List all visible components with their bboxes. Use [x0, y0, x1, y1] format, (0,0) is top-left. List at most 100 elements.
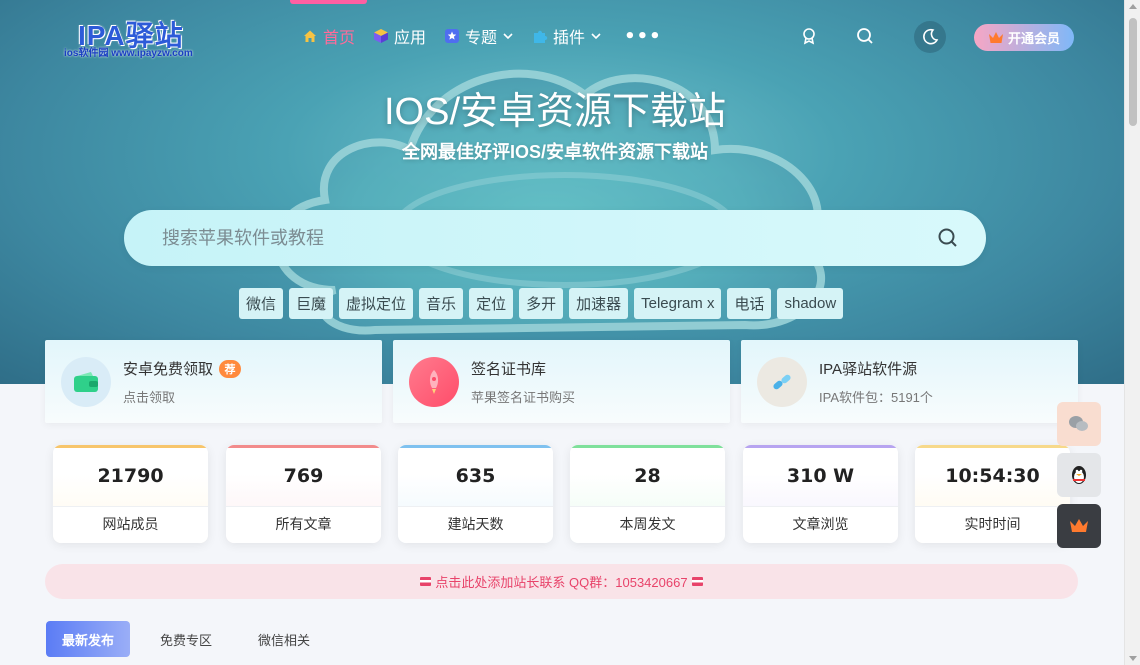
search-bar — [124, 210, 986, 266]
tag-chip[interactable]: 定位 — [469, 288, 514, 319]
tab-free[interactable]: 免费专区 — [144, 621, 228, 657]
wechat-icon — [1069, 416, 1088, 431]
tag-chip[interactable]: 巨魔 — [289, 288, 334, 319]
stat-card-time: 10:54:30 实时时间 — [915, 445, 1070, 543]
tag-chip[interactable]: 加速器 — [569, 288, 629, 319]
feature-subtitle: 点击领取 — [123, 390, 176, 405]
nav-label: 首页 — [323, 30, 356, 47]
tag-chip[interactable]: Telegram x — [634, 288, 722, 319]
puzzle-icon — [534, 30, 548, 43]
star-badge-icon — [445, 29, 460, 43]
nav-item-plugins[interactable]: 插件 — [532, 24, 602, 48]
hero-subtitle: 全网最佳好评IOS/安卓软件资源下载站 — [401, 142, 708, 162]
vip-button[interactable]: 开通会员 — [974, 24, 1074, 51]
medal-icon[interactable] — [799, 26, 819, 46]
wallet-icon — [74, 372, 98, 392]
stat-label: 所有文章 — [226, 506, 381, 543]
scrollbar-thumb[interactable] — [1129, 18, 1137, 126]
link-icon-wrap — [757, 357, 807, 407]
vip-float-button[interactable] — [1057, 504, 1101, 548]
vip-label: 开通会员 — [1007, 31, 1060, 46]
rocket-icon-wrap — [409, 357, 459, 407]
stat-card-views: 310 W 文章浏览 — [743, 445, 898, 543]
content-tabs: 最新发布 免费专区 微信相关 — [46, 621, 340, 657]
stat-accent-bar — [743, 445, 898, 448]
tag-chip[interactable]: 虚拟定位 — [339, 288, 414, 319]
cube-icon — [374, 29, 389, 43]
feature-card-android-free[interactable]: 安卓免费领取 荐 点击领取 — [45, 340, 382, 423]
stat-card-days: 635 建站天数 — [398, 445, 553, 543]
stat-value: 769 — [283, 465, 324, 487]
tag-chip[interactable]: shadow — [777, 288, 844, 319]
nav-label: 专题 — [465, 30, 498, 47]
stat-label: 网站成员 — [53, 506, 208, 543]
flag-icon — [420, 577, 432, 586]
more-menu-button[interactable]: ••• — [624, 26, 662, 47]
link-icon — [773, 374, 791, 390]
tab-wechat[interactable]: 微信相关 — [242, 621, 326, 657]
search-icon[interactable] — [855, 26, 875, 46]
feature-card-software-source[interactable]: IPA驿站软件源 IPA软件包：5191个 — [741, 340, 1078, 423]
stat-accent-bar — [53, 445, 208, 448]
chevron-down-icon — [503, 33, 513, 40]
feature-title: 签名证书库 — [471, 358, 546, 379]
tag-chip[interactable]: 微信 — [239, 288, 284, 319]
stat-label: 建站天数 — [398, 506, 553, 543]
stat-value: 10:54:30 — [945, 465, 1040, 487]
stat-accent-bar — [398, 445, 553, 448]
logo-subtext: ios软件园 www.ipayzw.com — [64, 48, 193, 59]
chevron-down-icon — [591, 33, 601, 40]
qq-float-button[interactable] — [1057, 453, 1101, 497]
moon-icon — [923, 28, 939, 45]
stat-card-articles: 769 所有文章 — [226, 445, 381, 543]
stat-label: 文章浏览 — [743, 506, 898, 543]
nav-label: 应用 — [394, 30, 427, 47]
home-icon — [304, 30, 316, 42]
feature-title-text: 安卓免费领取 — [123, 361, 214, 378]
stat-accent-bar — [570, 445, 725, 448]
hot-tags: 微信 巨魔 虚拟定位 音乐 定位 多开 加速器 Telegram x 电话 sh… — [239, 288, 844, 319]
feature-subtitle: 苹果签名证书购买 — [471, 390, 576, 405]
contact-notice[interactable]: 点击此处添加站长联系 QQ群：1053420667 — [45, 564, 1078, 599]
stat-accent-bar — [226, 445, 381, 448]
stat-value: 635 — [455, 465, 496, 487]
feature-subtitle: IPA软件包：5191个 — [819, 390, 933, 405]
scroll-down-arrow[interactable] — [1129, 656, 1137, 661]
tab-latest[interactable]: 最新发布 — [46, 621, 131, 657]
tag-chip[interactable]: 音乐 — [419, 288, 464, 319]
search-icon[interactable] — [936, 226, 960, 250]
stat-value: 28 — [634, 465, 661, 487]
tag-chip[interactable]: 多开 — [519, 288, 564, 319]
stat-card-members: 21790 网站成员 — [53, 445, 208, 543]
stat-value: 310 W — [786, 465, 855, 487]
wallet-icon-wrap — [61, 357, 111, 407]
feature-card-cert-library[interactable]: 签名证书库 苹果签名证书购买 — [393, 340, 730, 423]
flag-icon — [691, 577, 703, 586]
nav-label: 插件 — [553, 30, 586, 47]
stat-label: 实时时间 — [915, 506, 1070, 543]
tag-chip[interactable]: 电话 — [727, 288, 772, 319]
feature-title-text: 签名证书库 — [471, 361, 547, 378]
dark-mode-toggle[interactable] — [914, 21, 946, 53]
stat-accent-bar — [915, 445, 1070, 448]
rocket-icon — [429, 370, 439, 394]
crown-icon — [988, 31, 1003, 43]
notice-text: 点击此处添加站长联系 QQ群：1053420667 — [435, 575, 688, 590]
feature-title: IPA驿站软件源 — [819, 358, 917, 379]
stat-card-weekly-posts: 28 本周发文 — [570, 445, 725, 543]
crown-icon — [1070, 519, 1088, 532]
nav-item-apps[interactable]: 应用 — [373, 24, 426, 48]
recommend-badge: 荐 — [219, 359, 242, 378]
wechat-float-button[interactable] — [1057, 402, 1101, 446]
nav-item-home[interactable]: 首页 — [302, 24, 355, 48]
page-scrollbar[interactable] — [1124, 0, 1140, 665]
search-input[interactable] — [162, 224, 902, 252]
feature-title: 安卓免费领取 荐 — [123, 358, 242, 379]
feature-title-text: IPA驿站软件源 — [819, 361, 918, 378]
site-logo[interactable]: IPA驿站 ios软件园 www.ipayzw.com — [64, 14, 214, 60]
stat-label: 本周发文 — [570, 506, 725, 543]
nav-item-topics[interactable]: 专题 — [444, 24, 514, 48]
stat-value: 21790 — [97, 465, 164, 487]
scroll-up-arrow[interactable] — [1129, 4, 1137, 9]
top-navbar: IPA驿站 ios软件园 www.ipayzw.com 首页 应用 专题 插件 … — [0, 0, 1124, 72]
